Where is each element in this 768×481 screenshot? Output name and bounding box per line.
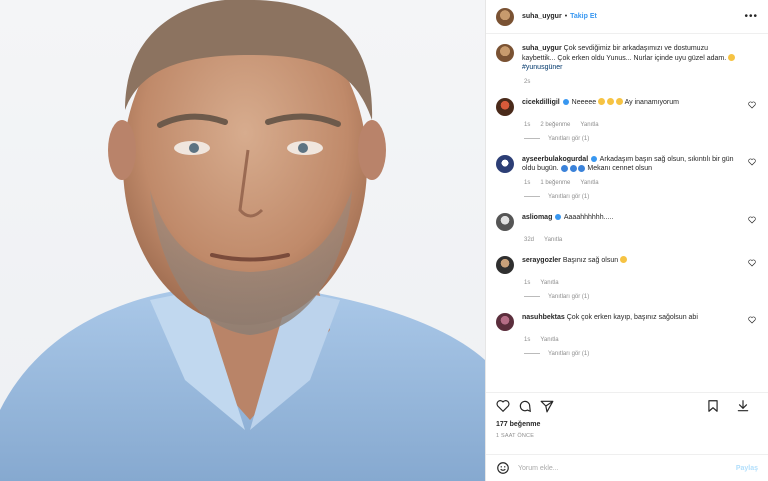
blue-heart-emoji-icon (578, 164, 586, 172)
comments-list[interactable]: suha_uygur Çok sevdiğimiz bir arkadaşımı… (486, 34, 768, 384)
comment-item: nasuhbektas Çok çok erken kayıp, başınız… (496, 312, 758, 331)
caption-username[interactable]: suha_uygur (522, 45, 562, 52)
comment-item: seraygozler Başınız sağ olsun (496, 255, 758, 274)
view-replies-label[interactable]: Yanıtları gör (1) (548, 136, 589, 142)
comment-username[interactable]: nasuhbektas (522, 314, 565, 321)
avatar[interactable] (496, 97, 514, 116)
heart-icon[interactable] (748, 158, 756, 166)
hashtag-link[interactable]: #yunusgüner (522, 64, 562, 71)
reply-button[interactable]: Yanıtla (580, 122, 598, 128)
verified-badge-icon (562, 98, 569, 105)
comment-item: asliomag Aaaahhhhhh..... (496, 212, 758, 231)
sad-emoji-icon (728, 54, 736, 62)
comment-age: 32d (524, 236, 535, 243)
comment-text-continued: Ay inanamıyorum (624, 98, 679, 106)
likes-count[interactable]: 177 beğenme (496, 421, 540, 428)
reply-button[interactable]: Yanıtla (544, 237, 562, 243)
comment-likes[interactable]: 2 beğenme (540, 122, 570, 128)
comment-username[interactable]: cicekdilligil (522, 99, 560, 106)
username-link[interactable]: suha_uygur (522, 13, 562, 20)
caption: suha_uygur Çok sevdiğimiz bir arkadaşımı… (496, 44, 758, 73)
more-options-icon[interactable]: ••• (744, 11, 758, 22)
comment-meta: 1s 2 beğenme Yanıtla (524, 122, 758, 128)
comment-text: Çok çok erken kayıp, başınız sağolsun ab… (566, 313, 698, 321)
verified-badge-icon (591, 155, 598, 162)
view-replies[interactable]: Yanıtları gör (1) (524, 351, 758, 357)
download-icon[interactable] (736, 399, 750, 413)
replies-divider (524, 296, 540, 297)
comment-age: 1s (524, 336, 531, 343)
replies-divider (524, 138, 540, 139)
comment-composer: Yorum ekle... Paylaş (486, 454, 768, 481)
comment-likes[interactable]: 1 beğenme (540, 180, 570, 186)
emoji-icon[interactable] (496, 461, 510, 475)
view-replies[interactable]: Yanıtları gör (1) (524, 194, 758, 200)
comment-age: 1s (524, 121, 531, 128)
blue-heart-emoji-icon (569, 164, 577, 172)
heart-icon[interactable] (748, 316, 756, 324)
avatar[interactable] (496, 154, 514, 173)
verified-badge-icon (555, 213, 562, 220)
view-replies-label[interactable]: Yanıtları gör (1) (548, 194, 589, 200)
post-comment-button[interactable]: Paylaş (736, 465, 758, 472)
blue-heart-emoji-icon (560, 164, 568, 172)
post-header: suha_uygur • Takip Et ••• (486, 0, 768, 34)
comment-meta: 1s Yanıtla (524, 280, 758, 286)
man-portrait-image (0, 0, 485, 481)
sad-emoji-icon (607, 98, 615, 106)
comment-text: Aaaahhhhhh..... (563, 213, 614, 221)
comment-meta: 1s 1 beğenme Yanıtla (524, 180, 758, 186)
comment-item: cicekdilligil Neeeee Ay inanamıyorum (496, 97, 758, 116)
avatar[interactable] (496, 255, 514, 274)
bookmark-icon[interactable] (706, 399, 720, 413)
sad-emoji-icon (598, 98, 606, 106)
sad-emoji-icon (616, 98, 624, 106)
heart-icon[interactable] (496, 399, 510, 413)
avatar[interactable] (496, 7, 514, 26)
replies-divider (524, 196, 540, 197)
post-side-panel: suha_uygur • Takip Et ••• suha_uygur Çok… (485, 0, 768, 481)
replies-divider (524, 353, 540, 354)
comment-input[interactable]: Yorum ekle... (518, 465, 736, 472)
avatar[interactable] (496, 212, 514, 231)
heart-icon[interactable] (748, 259, 756, 267)
comment-username[interactable]: asliomag (522, 214, 552, 221)
view-replies-label[interactable]: Yanıtları gör (1) (548, 294, 589, 300)
avatar[interactable] (496, 312, 514, 331)
comment-text: Neeeee (571, 98, 597, 106)
reply-button[interactable]: Yanıtla (580, 180, 598, 186)
comment-username[interactable]: ayseerbulakogurdal (522, 156, 588, 163)
comment-username[interactable]: seraygozler (522, 257, 561, 264)
reply-button[interactable]: Yanıtla (540, 280, 558, 286)
share-icon[interactable] (540, 399, 554, 413)
view-replies-label[interactable]: Yanıtları gör (1) (548, 351, 589, 357)
comment-text: Başınız sağ olsun (562, 256, 619, 264)
caption-meta: 2s (524, 79, 758, 85)
post-time: 1 SAAT ÖNCE (496, 433, 535, 439)
comment-age: 1s (524, 279, 531, 286)
follow-button[interactable]: Takip Et (570, 13, 597, 20)
instagram-post-view: suha_uygur • Takip Et ••• suha_uygur Çok… (0, 0, 768, 481)
sad-emoji-icon (620, 256, 628, 264)
comment-text-continued: Mekanı cennet olsun (587, 165, 653, 172)
comment-meta: 1s Yanıtla (524, 337, 758, 343)
view-replies[interactable]: Yanıtları gör (1) (524, 136, 758, 142)
comment-age: 1s (524, 179, 531, 186)
reply-button[interactable]: Yanıtla (540, 337, 558, 343)
view-replies[interactable]: Yanıtları gör (1) (524, 294, 758, 300)
caption-age: 2s (524, 78, 531, 85)
post-actions (486, 392, 768, 418)
heart-icon[interactable] (748, 216, 756, 224)
comment-meta: 32d Yanıtla (524, 237, 758, 243)
heart-icon[interactable] (748, 101, 756, 109)
post-photo[interactable] (0, 0, 485, 481)
separator-dot: • (564, 13, 568, 20)
avatar[interactable] (496, 44, 514, 62)
comment-icon[interactable] (518, 399, 532, 413)
comment-item: ayseerbulakogurdal Arkadaşım başın sağ o… (496, 154, 758, 174)
